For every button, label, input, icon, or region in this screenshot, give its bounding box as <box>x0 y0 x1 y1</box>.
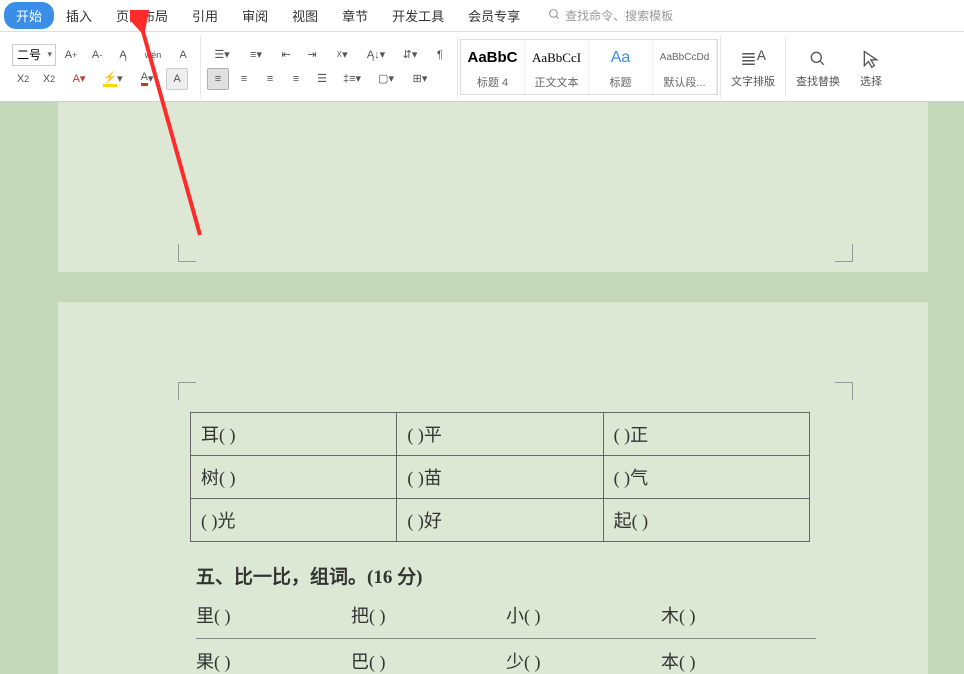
style-label: 正文文本 <box>535 74 579 90</box>
exercise-item: 果( ) <box>196 648 351 674</box>
find-icon <box>808 45 828 73</box>
char-border-button[interactable]: A <box>172 44 194 66</box>
exercise-item: 少( ) <box>506 648 661 674</box>
table-cell[interactable]: ( )光 <box>191 499 397 542</box>
clear-format-button[interactable]: Ą <box>112 44 134 66</box>
menu-view[interactable]: 视图 <box>280 0 330 31</box>
font-group: 二号 A+ A- Ą wén A X2 X2 A▾ ⚡▾ A▾ A <box>6 36 201 98</box>
exercise-row[interactable]: 里( ) 把( ) 小( ) 木( ) <box>196 602 816 639</box>
menu-references[interactable]: 引用 <box>180 0 230 31</box>
table-cell[interactable]: ( )平 <box>397 413 603 456</box>
search-placeholder: 查找命令、搜索模板 <box>565 7 673 24</box>
cursor-icon <box>861 45 881 73</box>
exercise-item: 把( ) <box>351 602 506 628</box>
page-current[interactable]: 耳( ) ( )平 ( )正 树( ) ( )苗 ( )气 ( )光 ( )好 … <box>58 302 928 674</box>
exercise-item: 本( ) <box>661 648 816 674</box>
table-cell[interactable]: 树( ) <box>191 456 397 499</box>
increase-font-button[interactable]: A+ <box>60 44 82 66</box>
line-spacing-button[interactable]: ‡≡▾ <box>337 68 367 90</box>
exercise-item: 木( ) <box>661 602 816 628</box>
style-preview: AaBbCcDd <box>660 44 709 72</box>
table-cell[interactable]: ( )气 <box>603 456 809 499</box>
section-title[interactable]: 五、比一比，组词。(16 分) <box>196 562 422 589</box>
margin-corner <box>835 382 853 400</box>
asian-layout-button[interactable]: ☓▾ <box>327 44 357 66</box>
bullet-list-button[interactable]: ☰▾ <box>207 44 237 66</box>
style-default-para[interactable]: AaBbCcDd 默认段... <box>653 40 717 94</box>
highlight-button[interactable]: ⚡▾ <box>98 68 128 90</box>
exercise-item: 小( ) <box>506 602 661 628</box>
table-cell[interactable]: ( )正 <box>603 413 809 456</box>
style-preview: AaBbCcI <box>532 44 581 72</box>
find-replace-button[interactable]: 查找替换 <box>786 37 850 97</box>
style-preview: Aa <box>611 44 631 72</box>
number-list-button[interactable]: ≡▾ <box>241 44 271 66</box>
table-row: 树( ) ( )苗 ( )气 <box>191 456 810 499</box>
style-normal[interactable]: AaBbCcI 正文文本 <box>525 40 589 94</box>
exercise-item: 巴( ) <box>351 648 506 674</box>
char-shading-button[interactable]: A <box>166 68 188 90</box>
exercise-item: 里( ) <box>196 602 351 628</box>
align-center-button[interactable]: ≡ <box>233 68 255 90</box>
subscript-button[interactable]: X2 <box>38 68 60 90</box>
line-numbers-button[interactable]: ⇵▾ <box>395 44 425 66</box>
menu-start[interactable]: 开始 <box>4 2 54 29</box>
ribbon-toolbar: 二号 A+ A- Ą wén A X2 X2 A▾ ⚡▾ A▾ A ☰▾ ≡▾ … <box>0 32 964 102</box>
menu-page-layout[interactable]: 页面布局 <box>104 0 180 31</box>
style-heading4[interactable]: AaBbC 标题 4 <box>461 40 525 94</box>
style-preview: AaBbC <box>468 44 518 72</box>
menu-review[interactable]: 审阅 <box>230 0 280 31</box>
menu-member[interactable]: 会员专享 <box>456 0 532 31</box>
menu-chapter[interactable]: 章节 <box>330 0 380 31</box>
decrease-font-button[interactable]: A- <box>86 44 108 66</box>
table-cell[interactable]: ( )苗 <box>397 456 603 499</box>
align-left-button[interactable]: ≡ <box>207 68 229 90</box>
command-search[interactable]: 查找命令、搜索模板 <box>548 7 673 24</box>
table-cell[interactable]: 起( ) <box>603 499 809 542</box>
paragraph-group: ☰▾ ≡▾ ⇤ ⇥ ☓▾ Ą↓▾ ⇵▾ ¶ ≡ ≡ ≡ ≡ ☰ ‡≡▾ ▢▾ ⊞… <box>201 36 458 98</box>
increase-indent-button[interactable]: ⇥ <box>301 44 323 66</box>
table-cell[interactable]: ( )好 <box>397 499 603 542</box>
shading-button[interactable]: ▢▾ <box>371 68 401 90</box>
page-previous[interactable] <box>58 102 928 272</box>
font-size-select[interactable]: 二号 <box>12 44 56 66</box>
distributed-button[interactable]: ☰ <box>311 68 333 90</box>
menu-devtools[interactable]: 开发工具 <box>380 0 456 31</box>
margin-corner <box>178 382 196 400</box>
margin-corner <box>835 244 853 262</box>
menu-insert[interactable]: 插入 <box>54 0 104 31</box>
search-icon <box>548 8 561 24</box>
align-right-button[interactable]: ≡ <box>259 68 281 90</box>
pinyin-button[interactable]: wén <box>138 44 168 66</box>
table-row: 耳( ) ( )平 ( )正 <box>191 413 810 456</box>
style-label: 标题 4 <box>477 74 508 90</box>
sort-button[interactable]: Ą↓▾ <box>361 44 391 66</box>
font-color-button[interactable]: A▾ <box>132 68 162 90</box>
table-row: ( )光 ( )好 起( ) <box>191 499 810 542</box>
document-area[interactable]: 耳( ) ( )平 ( )正 树( ) ( )苗 ( )气 ( )光 ( )好 … <box>0 102 964 674</box>
align-justify-button[interactable]: ≡ <box>285 68 307 90</box>
margin-corner <box>178 244 196 262</box>
superscript-button[interactable]: X2 <box>12 68 34 90</box>
style-gallery: AaBbC 标题 4 AaBbCcI 正文文本 Aa 标题 AaBbCcDd 默… <box>460 39 718 95</box>
text-effects-button[interactable]: A▾ <box>64 68 94 90</box>
style-group: AaBbC 标题 4 AaBbCcI 正文文本 Aa 标题 AaBbCcDd 默… <box>458 36 721 98</box>
style-label: 标题 <box>610 74 632 90</box>
decrease-indent-button[interactable]: ⇤ <box>275 44 297 66</box>
style-label: 默认段... <box>663 74 705 90</box>
worksheet-table[interactable]: 耳( ) ( )平 ( )正 树( ) ( )苗 ( )气 ( )光 ( )好 … <box>190 412 810 542</box>
text-layout-icon: ≣ᴬ <box>740 45 766 73</box>
select-button[interactable]: 选择 <box>850 37 892 97</box>
exercise-row[interactable]: 果( ) 巴( ) 少( ) 本( ) <box>196 648 816 674</box>
text-layout-button[interactable]: ≣ᴬ 文字排版 <box>721 37 785 97</box>
style-title[interactable]: Aa 标题 <box>589 40 653 94</box>
menu-bar: 开始 插入 页面布局 引用 审阅 视图 章节 开发工具 会员专享 查找命令、搜索… <box>0 0 964 32</box>
border-button[interactable]: ⊞▾ <box>405 68 435 90</box>
paragraph-mark-button[interactable]: ¶ <box>429 44 451 66</box>
table-cell[interactable]: 耳( ) <box>191 413 397 456</box>
